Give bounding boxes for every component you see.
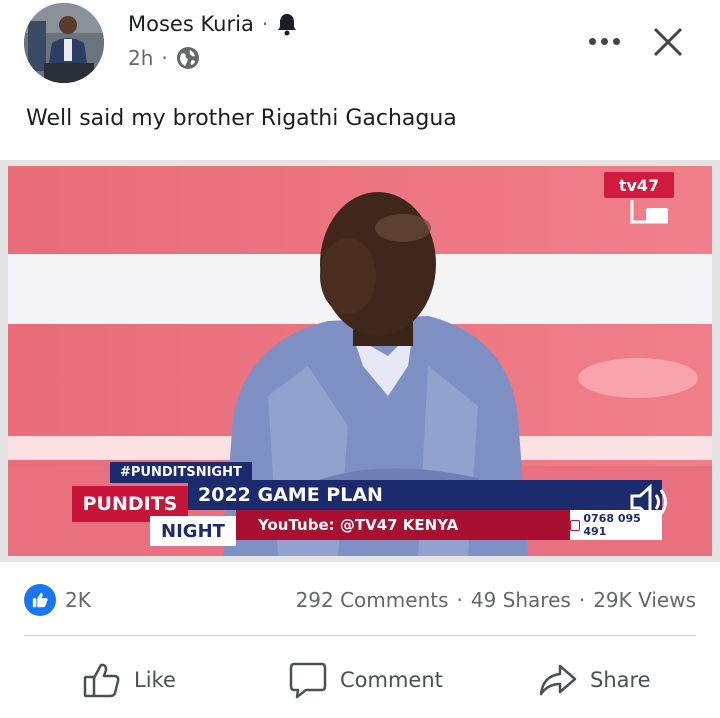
author-row: Moses Kuria · [128,12,298,36]
divider [24,635,696,636]
separator-dot: · [456,588,463,612]
more-options-button[interactable] [584,26,624,56]
comment-icon [289,662,327,699]
avatar-image [24,3,104,83]
reactions-count[interactable]: 2K [65,588,91,612]
phone-icon [570,519,581,531]
globe-icon [176,46,200,70]
more-dot [588,37,596,45]
close-button[interactable] [648,22,688,62]
like-reaction-icon[interactable] [24,584,56,616]
engagement-stats: 2K 292 Comments · 49 Shares · 29K Views [0,582,720,622]
post-text: Well said my brother Rigathi Gachagua [26,106,457,131]
headline-banner: 2022 GAME PLAN [188,480,662,510]
shares-count[interactable]: 49 Shares [471,588,571,612]
picture-in-picture-icon [630,200,668,224]
post-meta: 2h · [128,46,200,70]
youtube-banner: YouTube: @TV47 KENYA [236,510,570,540]
speaker-icon [630,483,667,521]
share-icon [539,664,577,696]
thumbs-up-icon [83,663,120,698]
close-icon [653,27,683,57]
separator-dot: · [161,46,168,70]
author-avatar[interactable] [24,3,104,83]
share-button[interactable]: Share [538,660,651,700]
share-label: Share [590,668,651,692]
comment-label: Comment [340,668,443,692]
like-button[interactable]: Like [82,660,176,700]
more-dot [612,37,620,45]
separator-dot: · [578,588,586,612]
stats-summary: 292 Comments · 49 Shares · 29K Views [296,588,696,612]
sound-button[interactable] [628,482,672,522]
views-count: 29K Views [593,588,696,612]
channel-logo: tv47 [604,172,674,198]
post-header: Moses Kuria · 2h · [0,0,720,90]
post-time[interactable]: 2h [128,46,153,70]
author-name[interactable]: Moses Kuria [128,12,254,36]
more-dot [600,37,608,45]
separator-dot: · [261,12,269,36]
show-name-banner-line2: NIGHT [150,516,236,546]
comment-button[interactable]: Comment [288,660,443,700]
comments-count[interactable]: 292 Comments [296,588,449,612]
video-container[interactable]: tv47 #PUNDITSNIGHT 2022 GAME PLAN PUNDIT… [0,160,720,562]
like-label: Like [134,668,176,692]
picture-in-picture-button[interactable] [628,196,672,226]
bell-icon[interactable] [276,12,298,36]
post-actions: Like Comment Share [0,650,720,714]
